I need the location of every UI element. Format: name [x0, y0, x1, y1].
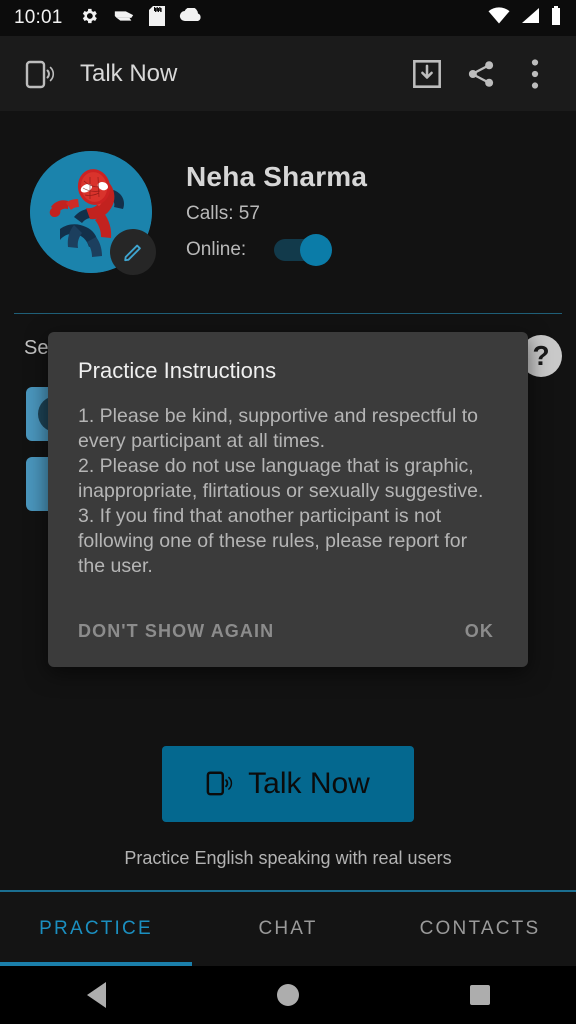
tab-practice[interactable]: PRACTICE — [0, 892, 192, 966]
ok-button[interactable]: OK — [465, 621, 494, 642]
profile-section: Neha Sharma Calls: 57 Online: — [0, 111, 576, 313]
pencil-icon[interactable] — [110, 229, 156, 275]
tab-chat-label: CHAT — [258, 918, 318, 939]
share-icon[interactable] — [454, 47, 508, 101]
profile-calls-count: Calls: 57 — [186, 203, 260, 224]
tab-contacts-label: CONTACTS — [419, 918, 541, 939]
wifi-icon — [488, 7, 510, 29]
stapler-icon — [113, 8, 135, 29]
back-triangle-icon[interactable] — [0, 982, 192, 1008]
profile-details: Neha Sharma Calls: 57 Online: — [186, 161, 368, 266]
home-circle-icon[interactable] — [192, 984, 384, 1006]
tab-contacts[interactable]: CONTACTS — [384, 892, 576, 966]
dialog-message: 1. Please be kind, supportive and respec… — [78, 405, 484, 577]
phone-ring-icon[interactable] — [14, 48, 66, 100]
app-bar: Talk Now — [0, 36, 576, 111]
page-title: Talk Now — [80, 59, 178, 87]
signal-icon — [520, 7, 540, 29]
tab-practice-label: PRACTICE — [39, 918, 153, 939]
cloud-icon — [179, 6, 203, 29]
system-navigation-bar — [0, 966, 576, 1024]
online-status-row: Online: — [186, 234, 367, 266]
phone-ring-icon — [206, 767, 234, 802]
status-bar-notification-icons — [79, 5, 488, 31]
online-status-label: Online: — [186, 239, 247, 260]
profile-name: Neha Sharma — [186, 161, 368, 192]
recents-square-icon[interactable] — [384, 985, 576, 1005]
dont-show-again-button[interactable]: DON'T SHOW AGAIN — [78, 621, 274, 642]
app-root: 10:01 Talk Now Neha Sharma Calls: 57 Onl… — [0, 0, 576, 1024]
tagline: Practice English speaking with real user… — [124, 848, 452, 868]
practice-instructions-dialog: Practice Instructions 1. Please be kind,… — [48, 332, 528, 667]
status-bar: 10:01 — [0, 0, 576, 36]
settings-section-label: Se — [24, 337, 49, 359]
gear-icon — [79, 6, 99, 31]
status-bar-system-icons — [488, 6, 562, 30]
status-bar-clock: 10:01 — [14, 7, 63, 28]
battery-icon — [550, 6, 562, 30]
sd-card-icon — [148, 5, 165, 31]
bottom-tab-bar: PRACTICE CHAT CONTACTS — [0, 890, 576, 966]
toggle-thumb — [300, 234, 333, 266]
dialog-action-row: DON'T SHOW AGAIN OK — [78, 595, 498, 667]
download-icon[interactable] — [400, 47, 454, 101]
overflow-menu-icon[interactable] — [508, 47, 562, 101]
talk-now-label: Talk Now — [248, 767, 370, 800]
online-toggle[interactable] — [274, 234, 333, 266]
dialog-title: Practice Instructions — [78, 358, 277, 383]
avatar[interactable] — [30, 151, 156, 275]
tab-chat[interactable]: CHAT — [192, 892, 384, 966]
talk-now-button[interactable]: Talk Now — [162, 746, 414, 822]
section-divider — [14, 313, 562, 314]
